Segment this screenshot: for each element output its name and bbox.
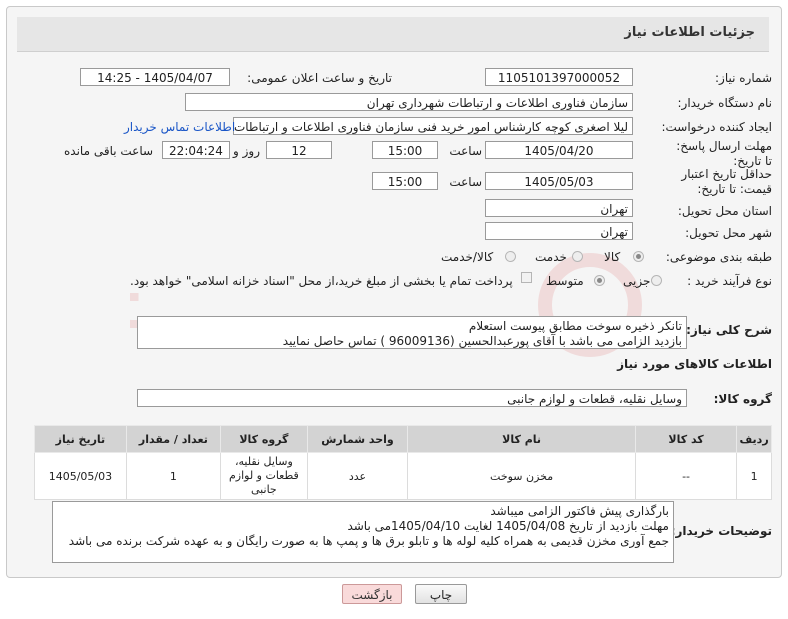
treasury-payment-note: پرداخت تمام یا بخشی از مبلغ خرید،از محل …: [130, 274, 513, 288]
price-date-field[interactable]: 1405/05/03: [485, 172, 633, 190]
announce-field[interactable]: 1405/04/07 - 14:25: [80, 68, 230, 86]
buyer-notes-line-3: جمع آوری مخزن قدیمی به همراه کلیه لوله ه…: [68, 534, 669, 548]
province-field[interactable]: تهران: [485, 199, 633, 217]
cell-row: 1: [736, 452, 772, 500]
process-radio-medium[interactable]: [594, 275, 605, 286]
reply-time-word: ساعت: [449, 144, 482, 158]
province-label: استان محل تحویل:: [677, 204, 772, 218]
requester-field[interactable]: لیلا اصغری کوچه کارشناس امور خرید فنی سا…: [233, 117, 633, 135]
goods-table: ردیف کد کالا نام کالا واحد شمارش گروه کا…: [34, 425, 772, 500]
category-radio-service[interactable]: [572, 251, 583, 262]
treasury-payment-checkbox[interactable]: [521, 272, 532, 283]
days-field[interactable]: 12: [266, 141, 332, 159]
announce-label: تاریخ و ساعت اعلان عمومی:: [247, 71, 392, 85]
days-word: روز و: [233, 144, 260, 158]
price-validity-label: حداقل تاریخ اعتبار قیمت: تا تاریخ:: [681, 167, 772, 196]
buyer-org-field[interactable]: سازمان فناوری اطلاعات و ارتباطات شهرداری…: [185, 93, 633, 111]
category-option-service: خدمت: [535, 250, 567, 264]
cell-code: --: [634, 452, 738, 500]
goods-group-field[interactable]: وسایل نقلیه، قطعات و لوازم جانبی: [137, 389, 687, 407]
reply-deadline-label: مهلت ارسال پاسخ: تا تاریخ:: [676, 139, 772, 168]
remaining-time-field[interactable]: 22:04:24: [162, 141, 230, 159]
buyer-notes-line-1: بارگذاری پیش فاکتور الزامی میباشد: [490, 504, 669, 518]
cell-qty: 1: [125, 452, 221, 500]
col-unit: واحد شمارش: [306, 425, 409, 453]
buyer-notes-label: توضیحات خریدار:: [670, 524, 772, 538]
remaining-word: ساعت باقی مانده: [64, 144, 154, 158]
col-qty: تعداد / مقدار: [125, 425, 221, 453]
reply-date-field[interactable]: 1405/04/20: [485, 141, 633, 159]
category-label: طبقه بندی موضوعی:: [665, 250, 772, 264]
table-row[interactable]: 1 -- مخزن سوخت عدد وسایل نقلیه، قطعات و …: [34, 452, 772, 500]
col-row: ردیف: [736, 425, 772, 453]
description-textarea[interactable]: تانکر ذخیره سوخت مطابق پیوست استعلام باز…: [137, 316, 687, 349]
buyer-notes-line-2: مهلت بازدید از تاریخ 1405/04/08 لغایت 14…: [347, 519, 669, 533]
process-radio-minor[interactable]: [651, 275, 662, 286]
back-button[interactable]: بازگشت: [342, 584, 402, 604]
price-time-word: ساعت: [449, 175, 482, 189]
description-label: شرح کلی نیاز:: [686, 323, 772, 337]
col-code: کد کالا: [634, 425, 738, 453]
description-line-1: تانکر ذخیره سوخت مطابق پیوست استعلام: [468, 319, 682, 333]
requester-label: ایجاد کننده درخواست:: [661, 120, 772, 134]
category-option-both: کالا/خدمت: [441, 250, 494, 264]
category-option-goods: کالا: [604, 250, 621, 264]
category-radio-both[interactable]: [505, 251, 516, 262]
table-header-row: ردیف کد کالا نام کالا واحد شمارش گروه کا…: [34, 425, 772, 453]
need-number-field[interactable]: 1105101397000052: [485, 68, 633, 86]
col-name: نام کالا: [407, 425, 636, 453]
cell-group: وسایل نقلیه، قطعات و لوازم جانبی: [219, 452, 308, 500]
process-option-minor: جزیی: [623, 274, 651, 288]
col-group: گروه کالا: [219, 425, 308, 453]
panel-title: جزئیات اطلاعات نیاز: [624, 25, 755, 40]
buyer-org-label: نام دستگاه خریدار:: [677, 96, 773, 110]
print-button[interactable]: چاپ: [415, 584, 467, 604]
need-number-label: شماره نیاز:: [715, 71, 772, 85]
reply-time-field[interactable]: 15:00: [372, 141, 438, 159]
process-option-medium: متوسط: [546, 274, 584, 288]
cell-unit: عدد: [306, 452, 409, 500]
goods-group-label: گروه کالا:: [713, 392, 772, 406]
category-radio-goods[interactable]: [633, 251, 644, 262]
cell-date: 1405/05/03: [34, 452, 127, 500]
col-date: تاریخ نیاز: [34, 425, 127, 453]
city-field[interactable]: تهران: [485, 222, 633, 240]
panel-header: جزئیات اطلاعات نیاز: [17, 17, 769, 52]
goods-section-title: اطلاعات کالاهای مورد نیاز: [617, 357, 772, 371]
description-line-2: بازدید الزامی می باشد با آقای پورعبدالحس…: [282, 334, 682, 348]
process-label: نوع فرآیند خرید :: [687, 274, 772, 288]
buyer-contact-link[interactable]: اطلاعات تماس خریدار: [124, 120, 235, 134]
cell-name: مخزن سوخت: [407, 452, 636, 500]
buyer-notes-textarea[interactable]: بارگذاری پیش فاکتور الزامی میباشد مهلت ب…: [52, 501, 674, 563]
price-time-field[interactable]: 15:00: [372, 172, 438, 190]
city-label: شهر محل تحویل:: [685, 226, 772, 240]
